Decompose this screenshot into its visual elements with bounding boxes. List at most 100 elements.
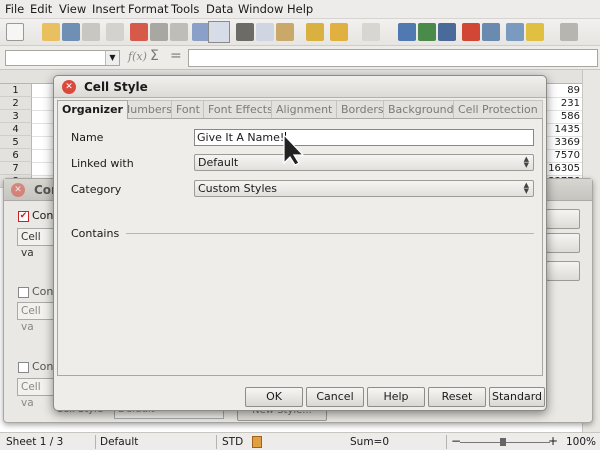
tab-organizer[interactable]: Organizer xyxy=(57,100,128,119)
row-number[interactable]: 4 xyxy=(0,123,32,136)
condition3-label: Con xyxy=(32,360,54,373)
contains-divider xyxy=(126,233,534,234)
sum-icon[interactable]: Σ xyxy=(150,48,159,64)
gallery-icon[interactable] xyxy=(526,23,544,41)
menu-edit[interactable]: Edit xyxy=(30,2,52,16)
formula-bar: ▼ f(x) Σ = xyxy=(0,46,600,70)
close-icon[interactable]: ✕ xyxy=(62,80,76,94)
standard-toolbar xyxy=(0,19,600,46)
condition2-checkbox[interactable] xyxy=(18,287,29,298)
formula-input[interactable] xyxy=(188,49,598,67)
cut-icon[interactable] xyxy=(236,23,254,41)
menu-data[interactable]: Data xyxy=(206,2,233,16)
dialog-titlebar: ✕ Cell Style xyxy=(54,76,546,98)
row-number[interactable]: 3 xyxy=(0,110,32,123)
copy-icon[interactable] xyxy=(256,23,274,41)
tab-borders[interactable]: Borders xyxy=(336,100,389,118)
hyperlink-icon[interactable] xyxy=(398,23,416,41)
menu-view[interactable]: View xyxy=(59,2,86,16)
email-icon[interactable] xyxy=(82,23,100,41)
condition2-label: Con xyxy=(32,285,54,298)
close-icon[interactable]: ✕ xyxy=(11,183,25,197)
divider xyxy=(216,435,217,449)
zoom-in-icon[interactable]: + xyxy=(548,434,558,448)
function-wizard-icon[interactable]: f(x) xyxy=(128,50,147,63)
toolbar-more-icon[interactable] xyxy=(560,23,578,41)
page-style[interactable]: Default xyxy=(100,436,138,448)
menu-insert[interactable]: Insert xyxy=(92,2,125,16)
spin-arrows-icon: ▲ ▼ xyxy=(523,181,529,195)
linked-with-value: Default xyxy=(198,156,239,169)
clone-formatting-icon[interactable] xyxy=(306,23,324,41)
document-modified-icon xyxy=(252,436,262,448)
print-icon[interactable] xyxy=(150,23,168,41)
ok-button[interactable]: OK xyxy=(245,387,303,407)
menu-window[interactable]: Window xyxy=(238,2,283,16)
sort-ascending-icon[interactable] xyxy=(418,23,436,41)
open-folder-icon[interactable] xyxy=(42,23,60,41)
chevron-down-icon[interactable]: ▼ xyxy=(105,51,119,65)
dialog-title: Cell Style xyxy=(84,80,148,94)
export-pdf-icon[interactable] xyxy=(130,23,148,41)
paste-icon[interactable] xyxy=(276,23,294,41)
contains-label: Contains xyxy=(71,227,120,240)
row-number[interactable]: 5 xyxy=(0,136,32,149)
tab-cell-protection[interactable]: Cell Protection xyxy=(453,100,543,118)
condition3-checkbox[interactable] xyxy=(18,362,29,373)
help-button[interactable] xyxy=(546,261,580,281)
row-number[interactable]: 1 xyxy=(0,84,32,97)
sort-descending-icon[interactable] xyxy=(438,23,456,41)
linked-with-select[interactable]: Default ▲ ▼ xyxy=(194,154,534,171)
condition2-field[interactable]: Cell va xyxy=(17,302,57,333)
zoom-out-icon[interactable]: − xyxy=(451,434,461,448)
row-number[interactable]: 7 xyxy=(0,162,32,175)
navigator-icon[interactable] xyxy=(506,23,524,41)
ok-button[interactable] xyxy=(546,209,580,229)
sum-display[interactable]: Sum=0 xyxy=(350,436,389,448)
cancel-button[interactable]: Cancel xyxy=(306,387,364,407)
redo-icon[interactable] xyxy=(362,23,380,41)
divider xyxy=(446,435,447,449)
spin-arrows-icon: ▲ ▼ xyxy=(523,155,529,169)
category-select[interactable]: Custom Styles ▲ ▼ xyxy=(194,180,534,197)
condition1-field[interactable]: Cell va xyxy=(17,228,57,259)
row-number[interactable]: 2 xyxy=(0,97,32,110)
cancel-button[interactable] xyxy=(546,233,580,253)
edit-file-icon[interactable] xyxy=(106,23,124,41)
cell-style-dialog: ✕ Cell Style Organizer Numbers Font Font… xyxy=(53,75,547,411)
linked-with-label: Linked with xyxy=(71,157,134,170)
row-number[interactable]: 6 xyxy=(0,149,32,162)
menu-format[interactable]: Format xyxy=(128,2,169,16)
reset-button[interactable]: Reset xyxy=(428,387,486,407)
mouse-cursor-icon xyxy=(283,133,305,166)
name-input[interactable]: Give It A Name! xyxy=(194,129,534,146)
autospellcheck-icon[interactable] xyxy=(208,21,230,43)
tab-alignment[interactable]: Alignment xyxy=(271,100,338,118)
menu-bar: File Edit View Insert Format Tools Data … xyxy=(0,0,600,19)
condition1-checkbox[interactable]: ✔ xyxy=(18,211,29,222)
undo-icon[interactable] xyxy=(330,23,348,41)
status-bar: Sheet 1 / 3 Default STD Sum=0 − + 100% xyxy=(0,432,600,450)
new-document-icon[interactable] xyxy=(6,23,24,41)
menu-file[interactable]: File xyxy=(5,2,24,16)
name-box[interactable]: ▼ xyxy=(5,50,120,66)
help-button[interactable]: Help xyxy=(367,387,425,407)
condition3-field[interactable]: Cell va xyxy=(17,378,57,409)
tab-font[interactable]: Font xyxy=(171,100,205,118)
draw-functions-icon[interactable] xyxy=(482,23,500,41)
zoom-slider-handle[interactable] xyxy=(500,438,506,446)
category-label: Category xyxy=(71,183,122,196)
menu-help[interactable]: Help xyxy=(287,2,313,16)
tab-font-effects[interactable]: Font Effects xyxy=(203,100,278,118)
sheet-indicator[interactable]: Sheet 1 / 3 xyxy=(6,436,63,448)
save-icon[interactable] xyxy=(62,23,80,41)
chart-icon[interactable] xyxy=(462,23,480,41)
menu-tools[interactable]: Tools xyxy=(171,2,199,16)
print-preview-icon[interactable] xyxy=(170,23,188,41)
name-label: Name xyxy=(71,131,104,144)
selection-mode[interactable]: STD xyxy=(222,436,243,448)
function-icon[interactable]: = xyxy=(170,48,182,64)
standard-button[interactable]: Standard xyxy=(489,387,545,407)
zoom-level[interactable]: 100% xyxy=(566,436,596,448)
tab-background[interactable]: Background xyxy=(383,100,459,118)
